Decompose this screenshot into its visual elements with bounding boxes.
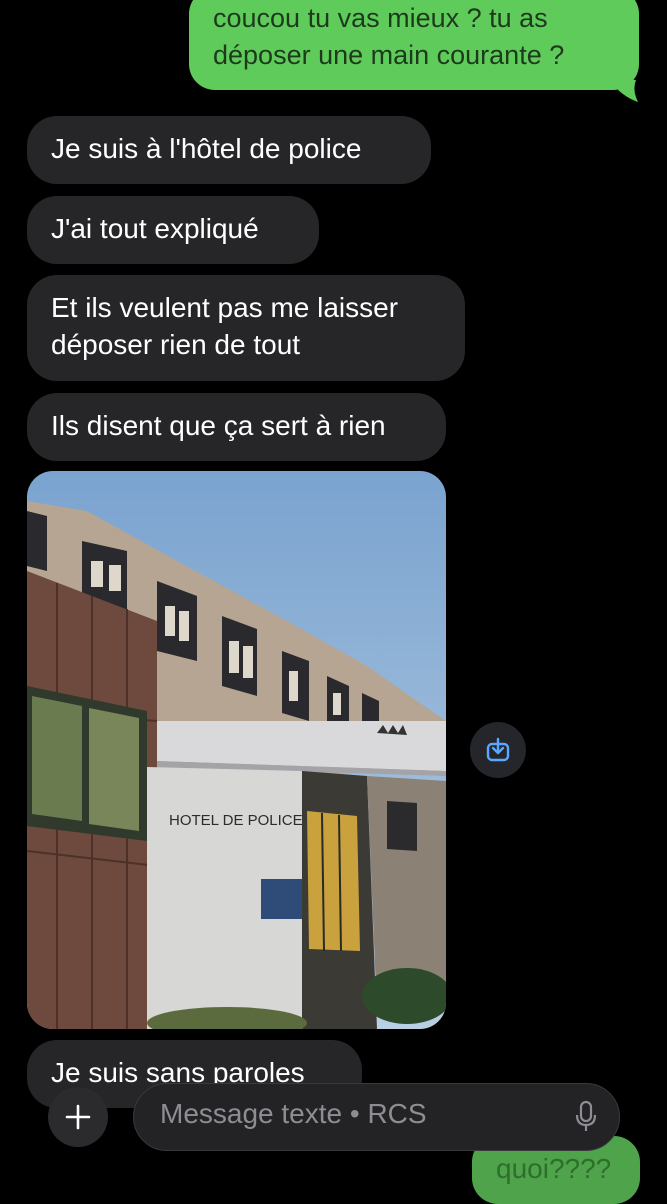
microphone-icon[interactable] — [575, 1100, 597, 1134]
photo-message[interactable]: HOTEL DE POLICE — [27, 471, 446, 1029]
incoming-message-bubble[interactable]: Et ils veulent pas me laisser déposer ri… — [27, 275, 465, 381]
incoming-message-bubble[interactable]: J'ai tout expliqué — [27, 196, 319, 264]
add-attachment-button[interactable] — [48, 1087, 108, 1147]
message-text: quoi???? — [496, 1153, 612, 1184]
message-input-placeholder: Message texte • RCS — [160, 1098, 427, 1129]
save-to-device-button[interactable] — [470, 722, 526, 778]
building-sign: HOTEL DE POLICE — [169, 812, 303, 829]
incoming-message-bubble[interactable]: Je suis à l'hôtel de police — [27, 116, 431, 184]
message-composer: Message texte • RCS — [40, 1083, 640, 1153]
incoming-message-bubble[interactable]: Ils disent que ça sert à rien — [27, 393, 446, 461]
message-text-line: déposer une main courante ? — [213, 40, 565, 70]
save-to-device-icon — [486, 737, 510, 762]
message-text: Ils disent que ça sert à rien — [51, 410, 386, 441]
bubble-tail — [616, 80, 638, 102]
plus-icon — [65, 1104, 91, 1130]
message-input[interactable]: Message texte • RCS — [133, 1083, 620, 1151]
message-text-line: déposer rien de tout — [51, 329, 301, 360]
outgoing-message-bubble[interactable]: coucou tu vas mieux ? tu as déposer une … — [189, 0, 639, 90]
police-building-photo: HOTEL DE POLICE — [27, 471, 446, 1029]
message-text-line: Et ils veulent pas me laisser — [51, 292, 399, 323]
message-text: J'ai tout expliqué — [51, 213, 259, 244]
message-text-line: coucou tu vas mieux ? tu as — [213, 3, 548, 33]
message-text: Je suis à l'hôtel de police — [51, 133, 362, 164]
